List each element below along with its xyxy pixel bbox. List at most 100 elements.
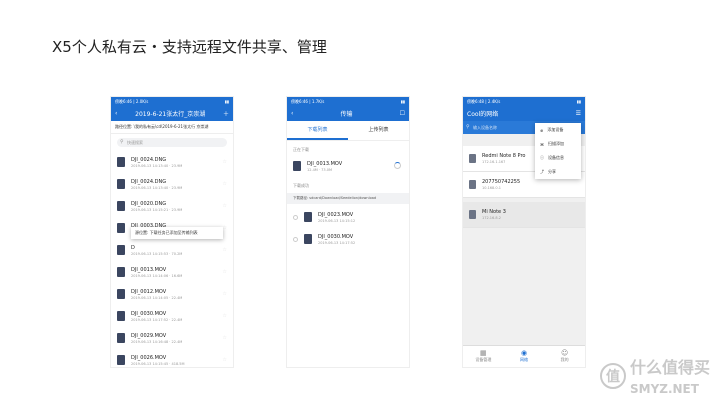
star-icon[interactable]: ☆ — [223, 269, 227, 275]
menu-item[interactable]: ⊕ 添加设备 — [535, 123, 581, 137]
file-list: DJI_0024.DNG 2019-06-13 14:13:40 · 23.9M ☆… — [111, 151, 233, 367]
file-icon — [117, 157, 125, 167]
file-name: DJI_0023.MOV — [318, 211, 354, 218]
device-ip: 172.16.1.167 — [482, 160, 506, 164]
add-icon[interactable]: ＋ — [223, 109, 229, 118]
file-row[interactable]: D 2019-06-13 14:15:53 · 70.2M ☆ — [111, 239, 233, 261]
file-name: DJI_0030.MOV — [131, 310, 167, 317]
menu-item-label: 扫描添加 — [548, 141, 564, 146]
file-name: DJI_0020.DNG — [131, 200, 167, 207]
watermark: 值什么值得买 SMYZ.NET — [599, 354, 710, 397]
star-icon[interactable]: ☆ — [223, 313, 227, 319]
menu-item[interactable]: ⓘ 设备信息 — [535, 151, 581, 165]
radio-icon[interactable] — [293, 214, 298, 220]
file-name: DJI_0012.MOV — [131, 288, 167, 295]
file-name: D — [131, 244, 135, 251]
file-date: 2019-06-13 14:17:52 · 22.4M — [131, 317, 183, 322]
file-row[interactable]: DJI_0012.MOV 2019-06-13 14:14:05 · 22.4M ☆ — [111, 283, 233, 305]
file-row[interactable]: DJI_0013.MOV 2019-06-13 14:14:06 · 16.6M ☆ — [111, 261, 233, 283]
device-name: Redmi Note 8 Pro — [482, 153, 526, 159]
device-info: Redmi Note 8 Pro 172.16.1.167 — [482, 153, 525, 164]
phone-icon — [469, 180, 476, 189]
done-row[interactable]: DJI_0023.MOV 2019-06-13 14:15:12 — [287, 206, 409, 228]
phone-icon — [469, 210, 476, 219]
star-icon[interactable]: ☆ — [223, 225, 227, 231]
tab-upload[interactable]: 上传列表 — [348, 121, 409, 140]
radio-icon[interactable] — [293, 236, 298, 242]
file-row[interactable]: DJI_0026.MOV 2019-06-13 14:15:45 · 418.5M… — [111, 349, 233, 367]
toast: 源位置: 下载任务已添加至传输列表 — [131, 227, 223, 239]
nav-label: 我的 — [560, 357, 569, 362]
star-icon[interactable]: ☆ — [223, 291, 227, 297]
file-row[interactable]: DJI_0030.MOV 2019-06-13 14:17:52 · 22.4M ☆ — [111, 305, 233, 327]
star-icon[interactable]: ☆ — [223, 335, 227, 341]
file-row[interactable]: DJI_0024.DNG 2019-06-13 14:13:40 · 23.9M ☆ — [111, 151, 233, 173]
file-info: DJI_0030.MOV 2019-06-13 14:17:52 · 22.4M — [131, 311, 182, 322]
phone-icon — [469, 154, 476, 163]
file-date: 2019-06-13 14:15:53 · 70.2M — [131, 251, 183, 256]
back-icon[interactable]: ‹ — [115, 110, 117, 117]
file-row[interactable]: DJI_0029.MOV 2019-06-13 14:16:48 · 22.4M ☆ — [111, 327, 233, 349]
file-date: 2019-06-13 14:15:45 · 418.5M — [131, 361, 185, 366]
file-info: DJI_0030.MOV 2019-06-13 14:17:52 — [318, 234, 355, 245]
file-date: 2019-06-13 14:16:48 · 22.4M — [131, 339, 183, 344]
device-row[interactable]: Mi Note 3 172.16.8.2 — [463, 202, 585, 228]
nav-icon: ☺ — [561, 349, 569, 357]
file-icon — [117, 355, 125, 365]
file-icon — [117, 201, 125, 211]
file-row[interactable]: DJI_0020.DNG 2019-06-13 14:15:21 · 23.9M ☆ — [111, 195, 233, 217]
download-path: 下载路径: sdcard/Download/Seedelion/download — [287, 193, 409, 204]
section-downloading: 正在下载 — [293, 147, 309, 152]
device-name: 207750742255 — [482, 179, 521, 185]
star-icon[interactable]: ☆ — [223, 181, 227, 187]
file-icon — [117, 267, 125, 277]
file-row[interactable]: DJI_0024.DNG 2019-06-13 14:13:40 · 23.9M ☆ — [111, 173, 233, 195]
file-name: DJI_0030.MOV — [318, 233, 354, 240]
file-info: DJI_0023.MOV 2019-06-13 14:15:12 — [318, 212, 355, 223]
device-ip: 10.168.0.1 — [482, 186, 501, 190]
header: ‹ 2019-6-21张太行_京崇湖 ＋ — [111, 106, 233, 121]
search-input[interactable]: 快速搜索 — [117, 138, 227, 147]
select-icon[interactable]: ☐ — [400, 110, 405, 117]
star-icon[interactable]: ☆ — [223, 203, 227, 209]
nav-item[interactable]: ◉ 网络 — [504, 346, 545, 367]
file-date: 2019-06-13 14:15:12 — [318, 218, 356, 223]
page-title: X5个人私有云・支持远程文件共享、管理 — [52, 38, 327, 56]
menu-item-icon: ⌘ — [540, 141, 544, 147]
phone-network: 傍晚6:48 | 2.4K/s▮▮ Cool的网络 ☰ 输入设备名称 Redmi… — [462, 96, 586, 368]
header: Cool的网络 ☰ — [463, 106, 585, 121]
back-icon[interactable]: ‹ — [291, 110, 293, 117]
nav-label: 设备管理 — [475, 357, 492, 362]
dropdown-menu: ⊕ 添加设备 ⌘ 扫描添加 ⓘ 设备信息 ⤴ 分享 — [535, 123, 581, 179]
file-info: DJI_0012.MOV 2019-06-13 14:14:05 · 22.4M — [131, 289, 182, 300]
header-title: 传输 — [340, 111, 353, 118]
status-bar: 傍晚6:48 | 2.4K/s ▮▮ — [463, 97, 585, 106]
file-name: DJI_0026.MOV — [131, 354, 167, 361]
device-name: Mi Note 3 — [482, 209, 506, 215]
nav-item[interactable]: ▦ 设备管理 — [463, 346, 504, 367]
file-icon — [117, 333, 125, 343]
file-date: 2019-06-13 14:14:06 · 16.6M — [131, 273, 183, 278]
star-icon[interactable]: ☆ — [223, 247, 227, 253]
progress-spinner-icon — [394, 162, 401, 169]
status-bar: 傍晚6:46 | 2.0K/s ▮▮ — [111, 97, 233, 106]
download-row[interactable]: DJI_0013.MOV 12.4M · 73.0M — [287, 155, 409, 177]
star-icon[interactable]: ☆ — [223, 357, 227, 363]
menu-item[interactable]: ⌘ 扫描添加 — [535, 137, 581, 151]
file-date: 2019-06-13 14:15:21 · 23.9M — [131, 207, 183, 212]
file-info: DJI_0020.DNG 2019-06-13 14:15:21 · 23.9M — [131, 201, 182, 212]
logo-icon: 值 — [599, 362, 626, 389]
file-icon — [117, 179, 125, 189]
file-info: DJI_0013.MOV 12.4M · 73.0M — [307, 161, 342, 172]
file-name: DJI_0024.DNG — [131, 178, 167, 185]
star-icon[interactable]: ☆ — [223, 159, 227, 165]
done-list: DJI_0023.MOV 2019-06-13 14:15:12 DJI_0030.… — [287, 206, 409, 250]
nav-icon: ◉ — [520, 349, 528, 357]
header-title: 2019-6-21张太行_京崇湖 — [135, 111, 206, 118]
nav-item[interactable]: ☺ 我的 — [544, 346, 585, 367]
menu-item[interactable]: ⤴ 分享 — [535, 165, 581, 179]
done-row[interactable]: DJI_0030.MOV 2019-06-13 14:17:52 — [287, 228, 409, 250]
tab-download[interactable]: 下载列表 — [287, 121, 348, 140]
file-info: DJI_0024.DNG 2019-06-13 14:13:40 · 23.9M — [131, 179, 182, 190]
menu-icon[interactable]: ☰ — [576, 110, 581, 117]
